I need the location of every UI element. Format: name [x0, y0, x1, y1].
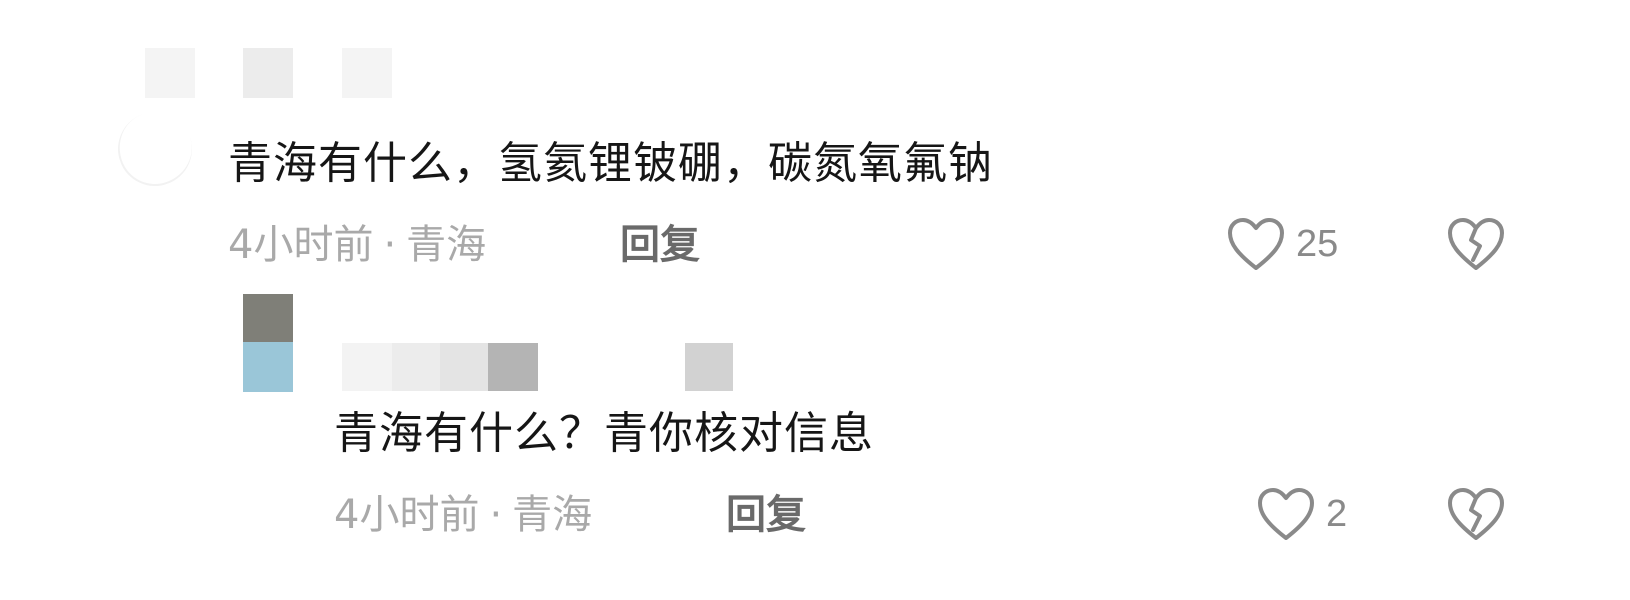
timestamp: 4小时前 — [334, 492, 480, 538]
avatar[interactable] — [107, 101, 203, 197]
comment-text: 青海有什么？青你核对信息 — [334, 408, 874, 459]
location: 青海 — [512, 492, 593, 538]
comment-meta: 4小时前 · 青海 — [228, 220, 486, 270]
like-count: 25 — [1296, 222, 1339, 265]
like-button[interactable]: 2 — [1256, 486, 1347, 542]
dislike-button[interactable] — [1446, 486, 1506, 542]
heart-outline-icon — [1256, 486, 1316, 542]
broken-heart-icon — [1446, 486, 1506, 542]
reply-button[interactable]: 回复 — [620, 220, 700, 270]
like-count: 2 — [1326, 492, 1348, 535]
reply-button[interactable]: 回复 — [726, 490, 806, 540]
meta-separator: · — [489, 492, 503, 538]
comment-text: 青海有什么，氢氦锂铍硼，碳氮氧氟钠 — [228, 138, 993, 189]
comment-meta: 4小时前 · 青海 — [334, 490, 592, 540]
location: 青海 — [406, 222, 487, 268]
heart-outline-icon — [1226, 216, 1286, 272]
meta-separator: · — [383, 222, 397, 268]
like-button[interactable]: 25 — [1226, 216, 1338, 272]
broken-heart-icon — [1446, 216, 1506, 272]
dislike-button[interactable] — [1446, 216, 1506, 272]
timestamp: 4小时前 — [228, 222, 374, 268]
avatar[interactable] — [243, 294, 293, 392]
